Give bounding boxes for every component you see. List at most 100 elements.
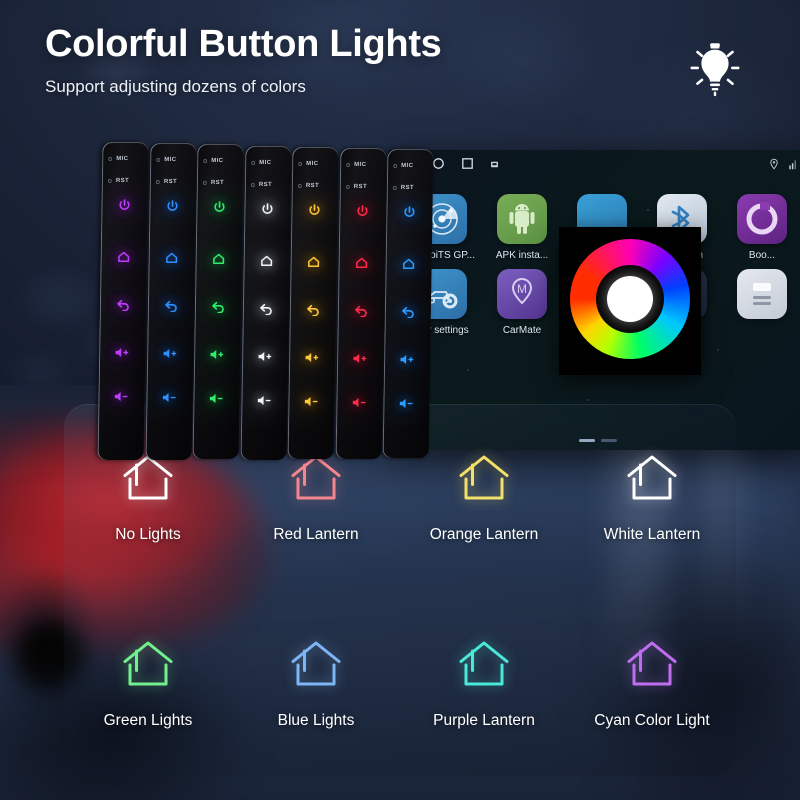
mic-label: MIC <box>116 156 129 162</box>
volume-down-icon[interactable] <box>241 394 287 407</box>
volume-up-icon[interactable] <box>194 348 240 361</box>
page-subtitle: Support adjusting dozens of colors <box>45 77 306 96</box>
volume-up-icon[interactable] <box>384 353 430 366</box>
reset-label: RST <box>163 179 177 186</box>
reset-hole[interactable] <box>250 182 255 187</box>
power-icon[interactable] <box>339 204 385 218</box>
power-icon[interactable] <box>386 205 432 219</box>
app-icon-carmate[interactable]: M CarMate <box>482 269 562 336</box>
reset-label: RST <box>353 184 367 190</box>
recents-square-icon[interactable] <box>460 156 475 176</box>
home-icon[interactable] <box>386 257 432 271</box>
light-mode-option[interactable]: Cyan Color Light <box>568 590 736 776</box>
android-status-bar <box>388 150 800 182</box>
mic-label: MIC <box>401 163 414 170</box>
mic-label: MIC <box>258 159 271 166</box>
mic-label: MIC <box>306 160 319 167</box>
volume-up-icon[interactable] <box>337 352 383 365</box>
house-icon <box>287 637 345 698</box>
house-icon <box>119 637 177 698</box>
light-mode-option[interactable]: Purple Lantern <box>400 590 568 776</box>
light-mode-option[interactable]: Green Lights <box>64 590 232 776</box>
volume-up-icon[interactable] <box>147 347 193 360</box>
mic-hole <box>393 164 398 169</box>
home-icon[interactable] <box>148 251 194 265</box>
home-icon[interactable] <box>338 256 384 270</box>
volume-up-icon[interactable] <box>289 351 335 364</box>
screenshot-icon[interactable] <box>489 157 500 175</box>
reset-label: RST <box>258 181 272 188</box>
reset-label: RST <box>305 182 320 189</box>
mic-hole <box>108 157 113 161</box>
house-icon <box>455 451 513 512</box>
location-pin-icon <box>768 157 780 175</box>
cyan-blue-panel: MIC RST <box>382 149 434 459</box>
light-mode-label: White Lantern <box>603 525 701 543</box>
app-label: Boo... <box>748 250 776 261</box>
home-icon[interactable] <box>291 255 337 269</box>
home-icon[interactable] <box>243 254 289 268</box>
android-robot-icon <box>497 194 547 244</box>
boo-ring-icon <box>737 194 787 244</box>
house-icon <box>623 637 681 698</box>
light-mode-label: Green Lights <box>103 711 193 729</box>
power-icon[interactable] <box>291 203 337 217</box>
back-icon[interactable] <box>147 299 193 313</box>
svg-text:M: M <box>517 282 527 296</box>
red-panel: MIC RST <box>335 148 386 459</box>
volume-up-icon[interactable] <box>99 346 145 359</box>
house-icon <box>455 637 513 698</box>
app-icon-apk-installer[interactable]: APK insta... <box>482 194 562 261</box>
reset-label: RST <box>115 178 130 184</box>
reset-hole[interactable] <box>392 186 397 191</box>
light-mode-label: Red Lantern <box>273 525 359 543</box>
back-icon[interactable] <box>100 298 146 311</box>
mic-label: MIC <box>353 162 366 168</box>
app-icon-boo[interactable]: Boo... <box>722 194 800 261</box>
power-icon[interactable] <box>101 198 147 212</box>
back-icon[interactable] <box>385 305 431 319</box>
reset-label: RST <box>210 180 225 187</box>
calculator-icon <box>737 269 787 319</box>
mic-hole <box>298 161 303 166</box>
mic-label: MIC <box>211 158 224 165</box>
volume-down-icon[interactable] <box>288 395 334 408</box>
reset-hole[interactable] <box>297 183 302 188</box>
color-wheel-center[interactable] <box>607 276 653 322</box>
mic-hole <box>155 158 160 163</box>
yellow-panel: MIC RST <box>287 146 339 459</box>
light-modes-grid: No Lights Red Lantern Orange Lantern White … <box>64 404 736 776</box>
light-mode-label: Purple Lantern <box>433 711 535 729</box>
app-label: CarMate <box>502 325 542 336</box>
light-mode-option[interactable]: White Lantern <box>568 404 736 590</box>
mic-hole <box>203 159 208 164</box>
back-icon[interactable] <box>337 304 383 317</box>
blue-panel: MIC RST <box>145 143 196 460</box>
home-icon[interactable] <box>196 252 242 266</box>
signal-icon <box>788 157 798 175</box>
reset-hole[interactable] <box>155 180 160 185</box>
reset-hole[interactable] <box>202 181 207 186</box>
app-icon-calculator[interactable] <box>722 269 800 336</box>
power-icon[interactable] <box>196 200 242 214</box>
reset-hole[interactable] <box>107 179 112 183</box>
back-icon[interactable] <box>195 300 241 314</box>
home-icon[interactable] <box>101 250 147 264</box>
volume-up-icon[interactable] <box>242 350 288 363</box>
reset-hole[interactable] <box>345 185 350 189</box>
power-icon[interactable] <box>244 202 290 216</box>
light-mode-label: No Lights <box>115 525 181 543</box>
back-icon[interactable] <box>242 302 288 315</box>
volume-down-icon[interactable] <box>98 390 144 403</box>
volume-down-icon[interactable] <box>146 391 192 404</box>
page-title: Colorful Button Lights <box>45 23 442 65</box>
color-wheel-popup[interactable] <box>559 227 701 375</box>
back-icon[interactable] <box>290 303 336 316</box>
volume-down-icon[interactable] <box>193 392 239 405</box>
volume-down-icon[interactable] <box>336 396 382 409</box>
volume-down-icon[interactable] <box>383 397 429 410</box>
white-panel: MIC RST <box>240 145 291 460</box>
power-icon[interactable] <box>149 199 195 213</box>
mic-hole <box>345 163 350 167</box>
light-mode-option[interactable]: Blue Lights <box>232 590 400 776</box>
